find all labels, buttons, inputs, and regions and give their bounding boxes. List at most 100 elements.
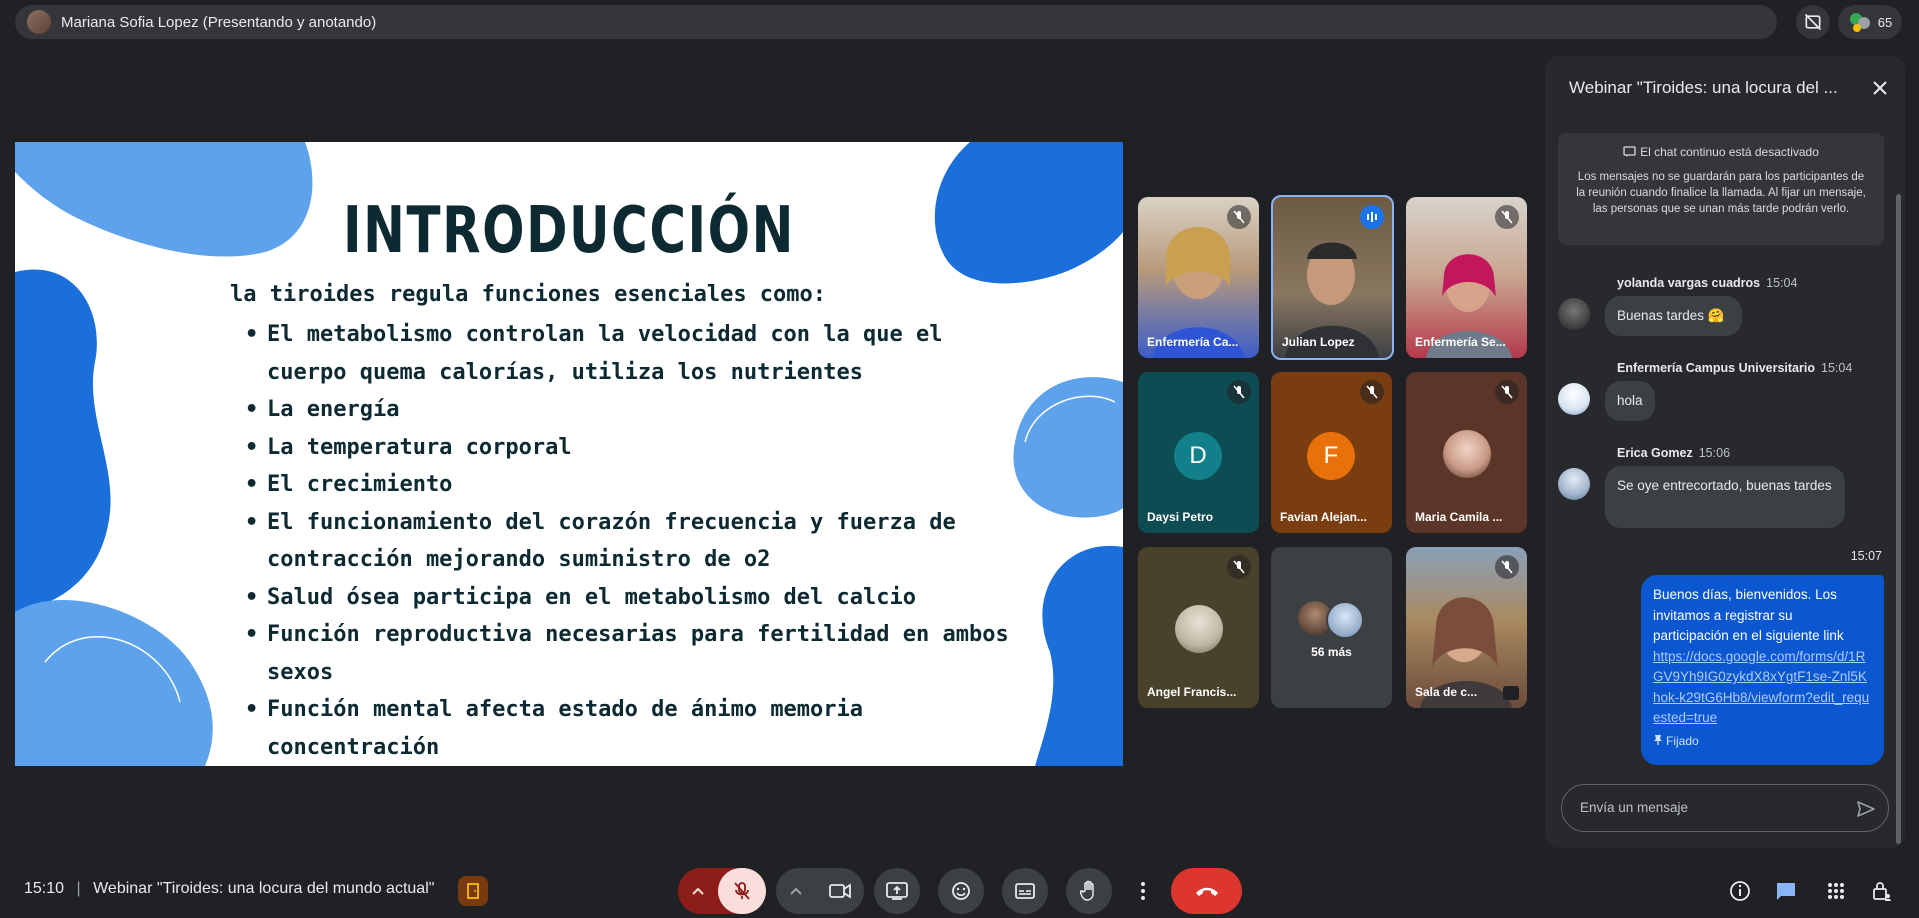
raise-hand-icon bbox=[1080, 880, 1094, 901]
slide-bullet: Función reproductiva necesarias para fer… bbox=[245, 616, 1025, 691]
mic-off-badge bbox=[1360, 380, 1384, 404]
camera-control[interactable] bbox=[776, 868, 864, 914]
participant-name: Enfermería Se... bbox=[1415, 335, 1506, 349]
slide-bullet: La temperatura corporal bbox=[245, 429, 1025, 467]
participant-name: Maria Camila ... bbox=[1415, 510, 1503, 524]
participant-name: Enfermería Ca... bbox=[1147, 335, 1239, 349]
camera-toggle-button[interactable] bbox=[816, 868, 864, 914]
chat-icon bbox=[1777, 883, 1795, 900]
chat-message-input[interactable] bbox=[1578, 799, 1842, 816]
sender-name: Erica Gomez bbox=[1617, 446, 1693, 460]
pinned-indicator: Fijado bbox=[1653, 731, 1872, 752]
participant-tile[interactable]: Enfermería Ca... bbox=[1138, 197, 1259, 358]
participant-tile[interactable]: F Favian Alejan... bbox=[1271, 372, 1392, 533]
participants-count-button[interactable]: 65 bbox=[1838, 5, 1902, 39]
chat-scrollbar[interactable] bbox=[1896, 194, 1901, 844]
message-header: Erica Gomez 15:06 bbox=[1617, 446, 1730, 460]
mic-off-badge bbox=[1495, 555, 1519, 579]
participant-tile[interactable]: Sala de c... bbox=[1406, 547, 1527, 708]
message-bubble: Buenas tardes 🤗 bbox=[1605, 296, 1742, 336]
message-header: Enfermería Campus Universitario 15:04 bbox=[1617, 361, 1852, 375]
mic-off-icon bbox=[1366, 385, 1378, 399]
mic-off-icon bbox=[1233, 210, 1245, 224]
camera-off-indicator-button[interactable] bbox=[1796, 5, 1830, 39]
mic-off-icon bbox=[1501, 560, 1513, 574]
activities-button[interactable] bbox=[1816, 871, 1856, 911]
message-time: 15:06 bbox=[1698, 446, 1731, 460]
participant-name: Daysi Petro bbox=[1147, 510, 1214, 524]
meeting-info: 15:10 | Webinar "Tiroides: una locura de… bbox=[24, 880, 434, 898]
participant-tile-active-speaker[interactable]: Julian Lopez bbox=[1271, 195, 1394, 360]
mic-options-button[interactable] bbox=[678, 868, 718, 914]
presentation-slide: INTRODUCCIÓN la tiroides regula funcione… bbox=[15, 142, 1123, 766]
slide-title: INTRODUCCIÓN bbox=[342, 194, 796, 268]
participant-tile[interactable]: Enfermería Se... bbox=[1406, 197, 1527, 358]
mic-off-icon bbox=[734, 882, 750, 900]
form-link[interactable]: https://docs.google.com/forms/d/1RGV9Yh9… bbox=[1653, 649, 1869, 726]
chat-input-box[interactable] bbox=[1561, 784, 1889, 832]
mic-off-badge bbox=[1227, 555, 1251, 579]
participant-name: Sala de c... bbox=[1415, 685, 1478, 699]
more-options-button[interactable] bbox=[1130, 868, 1156, 914]
participant-name: Julian Lopez bbox=[1282, 335, 1355, 349]
participant-tile[interactable]: D Daysi Petro bbox=[1138, 372, 1259, 533]
reactions-button[interactable] bbox=[938, 868, 984, 914]
notice-title: El chat continuo está desactivado bbox=[1558, 145, 1884, 159]
microphone-control[interactable] bbox=[678, 868, 766, 914]
message-time: 15:04 bbox=[1821, 361, 1853, 375]
chat-toggle-button[interactable] bbox=[1766, 871, 1806, 911]
emoji-icon bbox=[952, 882, 970, 900]
raise-hand-button[interactable] bbox=[1066, 868, 1112, 914]
participant-photo-avatar bbox=[1175, 605, 1223, 653]
participants-avatars-icon bbox=[1849, 13, 1870, 32]
chat-panel-title: Webinar "Tiroides: una locura del ... bbox=[1569, 78, 1838, 97]
mic-toggle-button[interactable] bbox=[718, 868, 766, 914]
message-time: 15:04 bbox=[1766, 276, 1798, 290]
meeting-details-button[interactable] bbox=[1720, 871, 1760, 911]
mic-off-badge bbox=[1227, 205, 1251, 229]
host-controls-button[interactable] bbox=[458, 876, 488, 906]
speaking-indicator bbox=[1360, 205, 1384, 229]
presenter-bar[interactable]: Mariana Sofia Lopez (Presentando y anota… bbox=[15, 5, 1777, 39]
pip-icon bbox=[1503, 686, 1519, 700]
send-message-button[interactable] bbox=[1846, 789, 1886, 829]
leave-call-button[interactable] bbox=[1171, 868, 1242, 914]
host-lock-button[interactable] bbox=[1862, 871, 1902, 911]
mic-off-icon bbox=[1501, 385, 1513, 399]
mic-off-icon bbox=[1233, 385, 1245, 399]
notice-body: Los mensajes no se guardarán para los pa… bbox=[1576, 171, 1866, 215]
call-end-icon bbox=[1195, 887, 1218, 896]
mic-off-icon bbox=[1233, 560, 1245, 574]
info-icon bbox=[1730, 881, 1750, 901]
door-icon bbox=[467, 883, 479, 899]
participant-name: Favian Alejan... bbox=[1280, 510, 1367, 524]
sender-avatar bbox=[1558, 298, 1590, 330]
present-screen-button[interactable] bbox=[874, 868, 920, 914]
close-chat-button[interactable] bbox=[1860, 68, 1900, 108]
chat-notice: El chat continuo está desactivado Los me… bbox=[1558, 133, 1884, 245]
slide-bullet: La energía bbox=[245, 391, 1025, 429]
sender-avatar bbox=[1558, 468, 1590, 500]
participant-tile[interactable]: Angel Francis... bbox=[1138, 547, 1259, 708]
slide-bullet: Función mental afecta estado de ánimo me… bbox=[245, 691, 1025, 766]
camera-off-icon bbox=[1804, 13, 1822, 31]
slide-bullet: Salud ósea participa en el metabolismo d… bbox=[245, 579, 1025, 617]
sender-avatar bbox=[1558, 383, 1590, 415]
lock-person-icon bbox=[1873, 882, 1891, 901]
pin-icon bbox=[1654, 734, 1662, 745]
closed-captions-icon bbox=[1015, 883, 1035, 899]
captions-button[interactable] bbox=[1002, 868, 1048, 914]
camera-options-button[interactable] bbox=[776, 868, 816, 914]
participant-tile[interactable]: Maria Camila ... bbox=[1406, 372, 1527, 533]
participant-count: 65 bbox=[1877, 14, 1893, 30]
slide-bullet-list: El metabolismo controlan la velocidad co… bbox=[245, 316, 1025, 766]
close-icon bbox=[1873, 81, 1887, 95]
more-participants-tile[interactable]: 56 más bbox=[1271, 547, 1392, 708]
chevron-up-icon bbox=[790, 887, 802, 895]
more-vert-icon bbox=[1141, 882, 1145, 900]
mic-off-icon bbox=[1501, 210, 1513, 224]
own-message-bubble: Buenos días, bienvenidos. Los invitamos … bbox=[1641, 575, 1884, 765]
videocam-icon bbox=[829, 883, 851, 899]
send-icon bbox=[1857, 801, 1875, 817]
slide-bullet: El metabolismo controlan la velocidad co… bbox=[245, 316, 1025, 391]
